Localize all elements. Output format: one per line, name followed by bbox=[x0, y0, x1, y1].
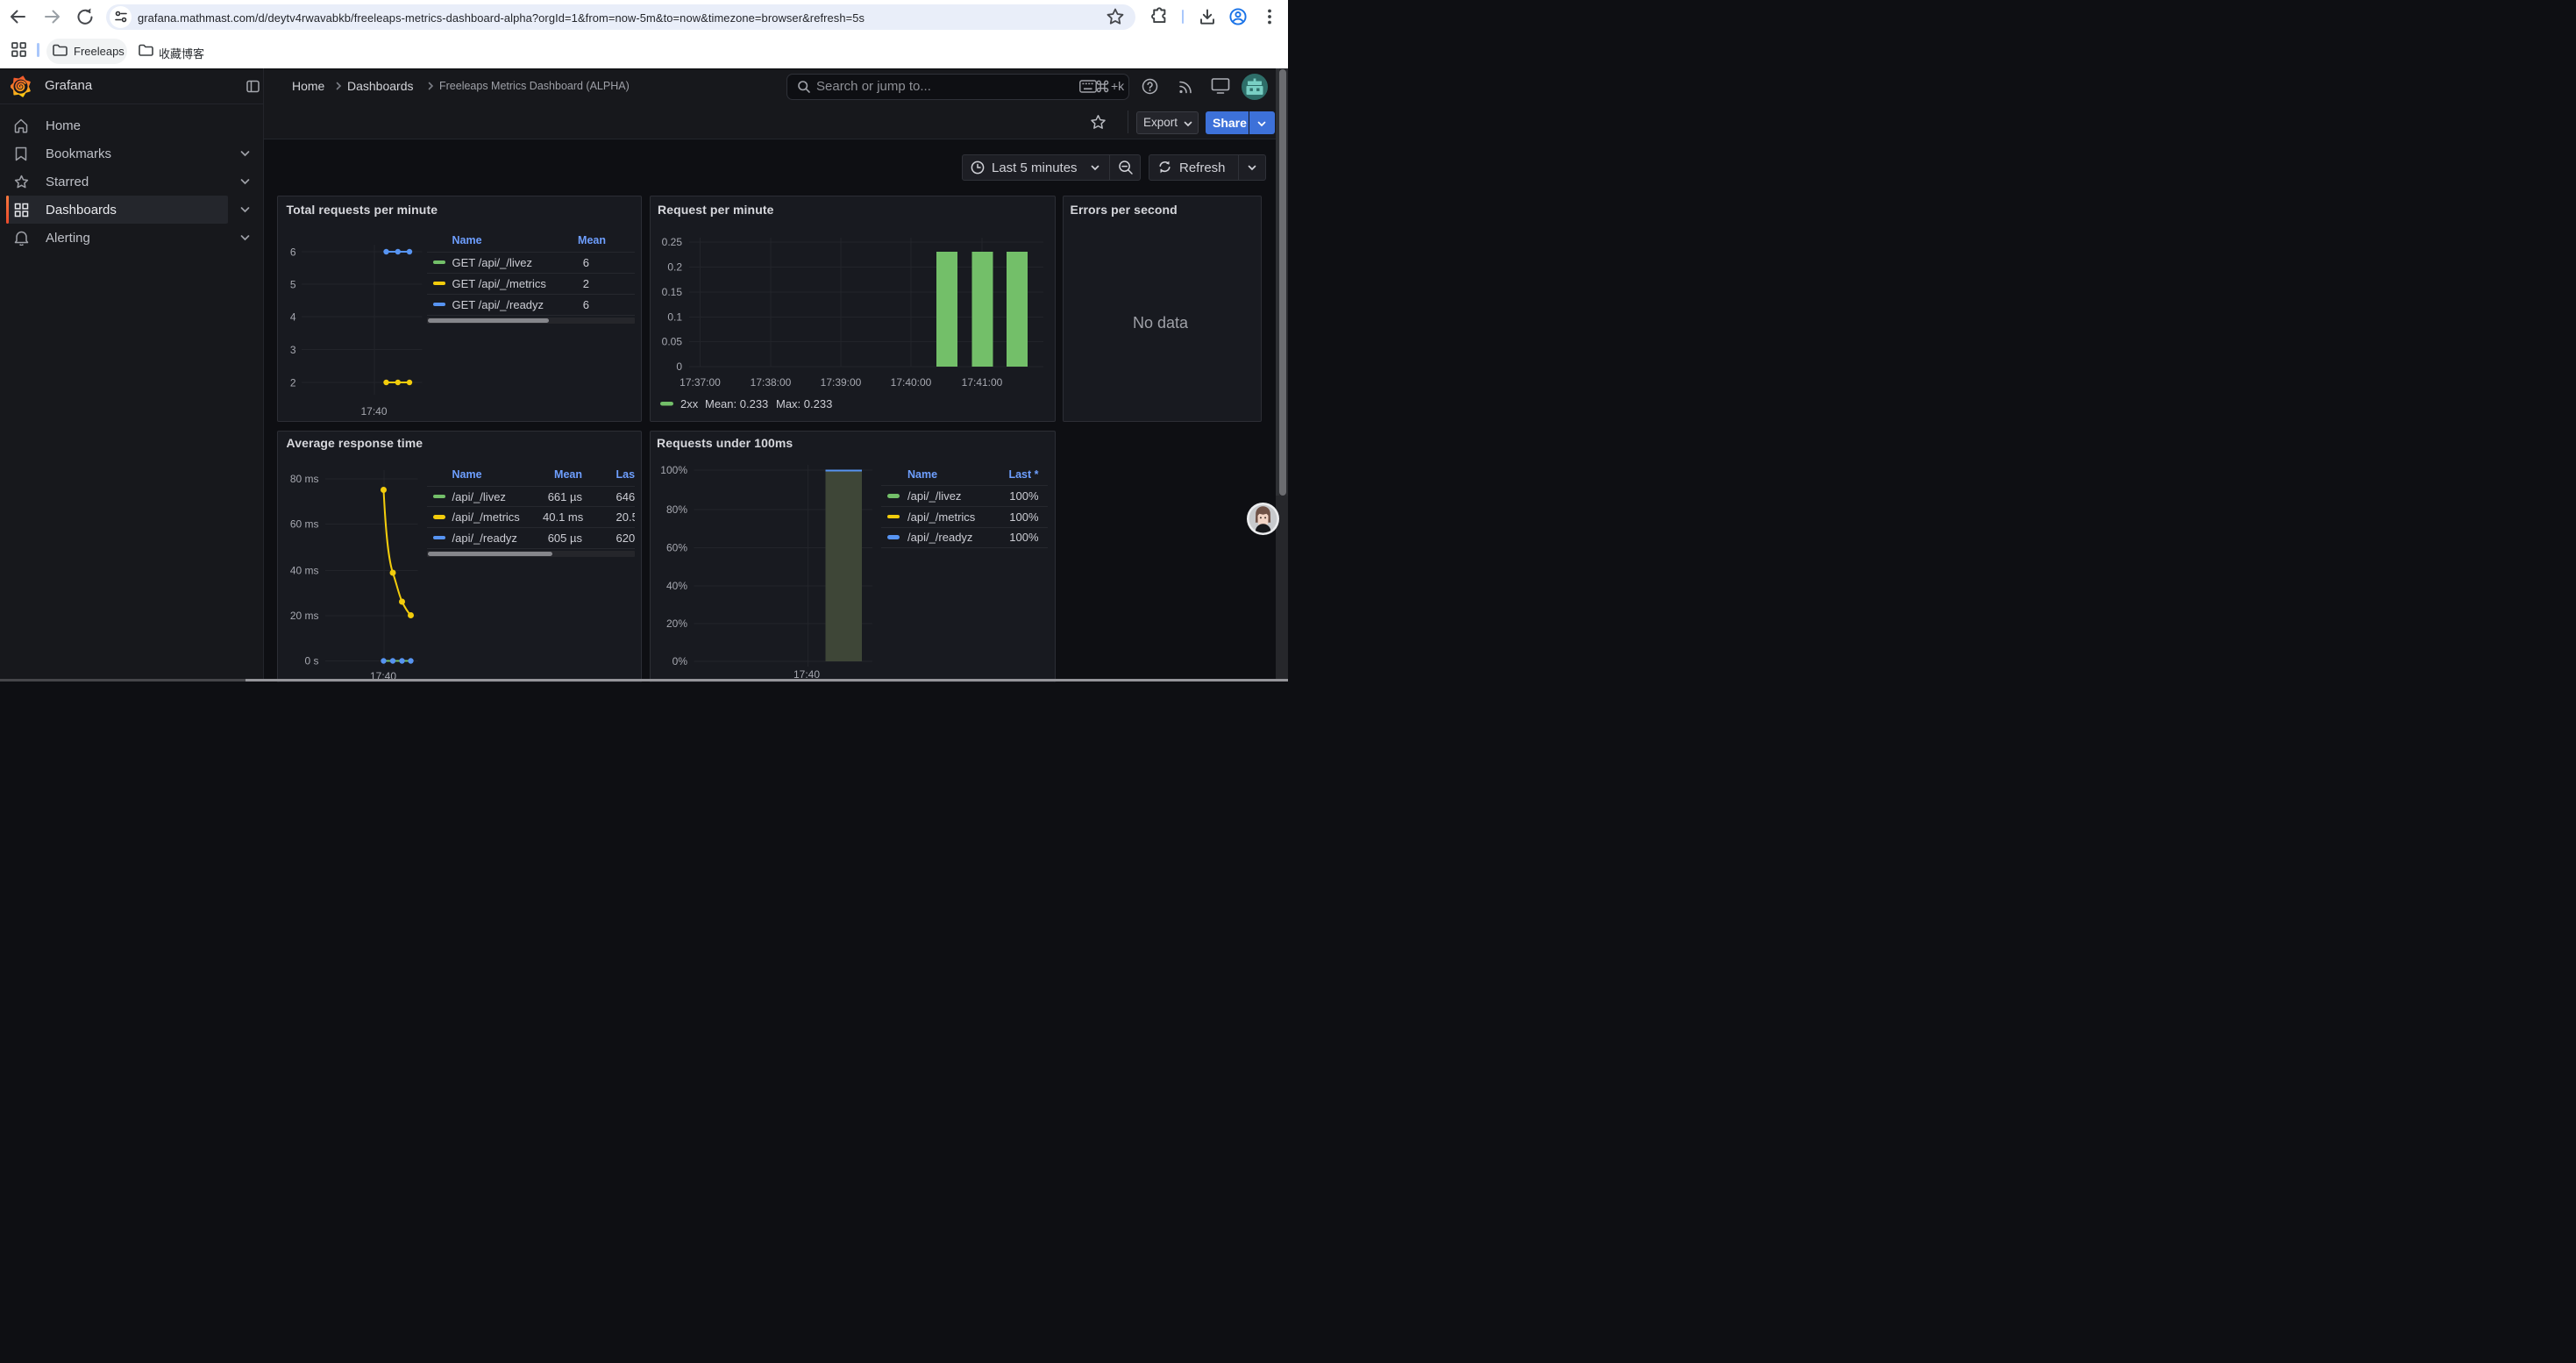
svg-text:17:37:00: 17:37:00 bbox=[680, 376, 721, 389]
svg-text:0.2: 0.2 bbox=[667, 261, 682, 274]
svg-text:Max: 0.233: Max: 0.233 bbox=[776, 397, 832, 410]
svg-text:100%: 100% bbox=[660, 464, 687, 476]
svg-text:0.15: 0.15 bbox=[662, 286, 683, 298]
svg-text:60 ms: 60 ms bbox=[290, 518, 319, 531]
svg-text:80%: 80% bbox=[666, 503, 687, 516]
svg-text:2: 2 bbox=[290, 377, 296, 389]
svg-text:0 s: 0 s bbox=[304, 655, 318, 667]
svg-text:17:40:00: 17:40:00 bbox=[891, 376, 932, 389]
svg-text:3: 3 bbox=[290, 344, 296, 356]
svg-text:0.05: 0.05 bbox=[662, 336, 683, 348]
svg-text:0.25: 0.25 bbox=[662, 236, 683, 248]
svg-text:0.1: 0.1 bbox=[667, 311, 682, 324]
svg-text:20 ms: 20 ms bbox=[290, 610, 319, 622]
svg-text:17:41:00: 17:41:00 bbox=[962, 376, 1003, 389]
svg-text:60%: 60% bbox=[666, 542, 687, 554]
svg-text:20%: 20% bbox=[666, 617, 687, 630]
svg-text:6: 6 bbox=[290, 246, 296, 259]
svg-text:0%: 0% bbox=[672, 655, 688, 667]
svg-text:17:38:00: 17:38:00 bbox=[751, 376, 792, 389]
svg-text:0: 0 bbox=[676, 360, 682, 373]
svg-text:5: 5 bbox=[290, 279, 296, 291]
svg-text:80 ms: 80 ms bbox=[290, 473, 319, 485]
svg-text:Mean: 0.233: Mean: 0.233 bbox=[705, 397, 768, 410]
svg-text:40 ms: 40 ms bbox=[290, 565, 319, 577]
svg-text:4: 4 bbox=[290, 311, 296, 324]
svg-text:40%: 40% bbox=[666, 580, 687, 592]
svg-text:2xx: 2xx bbox=[680, 397, 699, 410]
svg-text:17:39:00: 17:39:00 bbox=[821, 376, 862, 389]
svg-text:17:40: 17:40 bbox=[360, 405, 387, 417]
